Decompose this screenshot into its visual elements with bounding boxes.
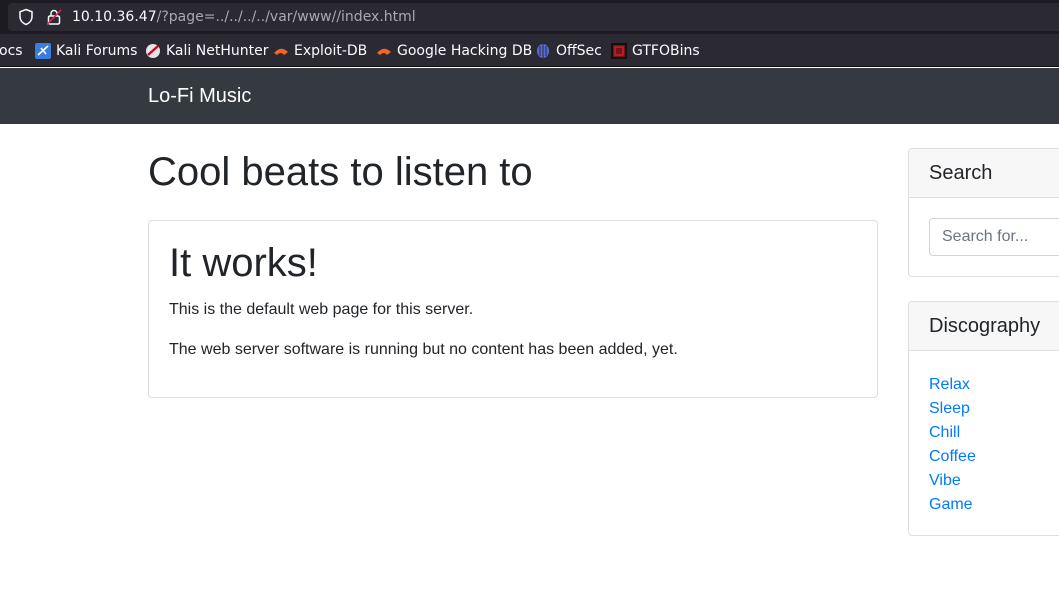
content-card: It works! This is the default web page f…	[148, 220, 878, 398]
bookmark-label: Google Hacking DB	[397, 43, 533, 59]
bookmark-offsec[interactable]: OffSec	[535, 42, 602, 60]
list-item: Game	[929, 493, 976, 517]
bookmark-gtfobins[interactable]: GTFOBins	[611, 42, 700, 60]
discography-link-vibe[interactable]: Vibe	[929, 472, 961, 489]
bookmark-exploit-db[interactable]: Exploit-DB	[273, 42, 367, 60]
card-paragraph: This is the default web page for this se…	[169, 301, 474, 318]
list-item: Relax	[929, 373, 976, 397]
url-path: /?page=../../../../var/www//index.html	[156, 9, 416, 25]
page-title: Cool beats to listen to	[148, 150, 533, 194]
card-heading: It works!	[169, 241, 318, 285]
discography-widget: Discography Relax Sleep Chill Coffee Vib…	[908, 301, 1059, 536]
site-navbar: Lo-Fi Music	[0, 68, 1059, 124]
ghdb-icon	[376, 43, 392, 59]
bookmark-label: OffSec	[556, 43, 602, 59]
discography-heading: Discography	[909, 302, 1059, 351]
bookmark-label: Kali NetHunter	[166, 43, 269, 59]
bookmark-kali-forums[interactable]: Kali Forums	[35, 42, 137, 60]
tracking-protection-shield-icon[interactable]	[18, 8, 34, 26]
discography-link-relax[interactable]: Relax	[929, 376, 970, 393]
bookmarks-toolbar: ocs Kali Forums Kali NetHunter Exploit-D…	[0, 34, 1059, 67]
list-item: Chill	[929, 421, 976, 445]
url-host: 10.10.36.47	[72, 9, 157, 25]
search-widget-heading: Search	[909, 149, 1059, 198]
bookmark-label: Exploit-DB	[294, 43, 368, 59]
kali-nethunter-icon	[145, 43, 161, 59]
insecure-lock-icon[interactable]	[46, 8, 62, 26]
bookmark-kali-nethunter[interactable]: Kali NetHunter	[145, 42, 268, 60]
list-item: Coffee	[929, 445, 976, 469]
search-input[interactable]	[929, 218, 1059, 256]
card-paragraph: The web server software is running but n…	[169, 341, 678, 358]
list-item: Sleep	[929, 397, 976, 421]
list-item: Vibe	[929, 469, 976, 493]
kali-forums-icon	[35, 43, 51, 59]
browser-urlbar: 10.10.36.47/?page=../../../../var/www//i…	[0, 0, 1059, 34]
url-text[interactable]: 10.10.36.47/?page=../../../../var/www//i…	[72, 8, 416, 26]
search-widget: Search	[908, 148, 1059, 277]
discography-link-coffee[interactable]: Coffee	[929, 448, 976, 465]
bookmark-label: ocs	[0, 43, 23, 59]
gtfobins-icon	[611, 43, 627, 59]
bookmark-label: Kali Forums	[56, 43, 138, 59]
exploit-db-icon	[273, 43, 289, 59]
navbar-brand[interactable]: Lo-Fi Music	[148, 85, 251, 108]
discography-list: Relax Sleep Chill Coffee Vibe Game	[929, 373, 976, 517]
bookmark-docs[interactable]: ocs	[0, 42, 23, 60]
bookmark-label: GTFOBins	[632, 43, 700, 59]
discography-link-chill[interactable]: Chill	[929, 424, 960, 441]
offsec-icon	[535, 43, 551, 59]
discography-link-game[interactable]: Game	[929, 496, 973, 513]
discography-link-sleep[interactable]: Sleep	[929, 400, 970, 417]
bookmark-google-hacking-db[interactable]: Google Hacking DB	[376, 42, 532, 60]
